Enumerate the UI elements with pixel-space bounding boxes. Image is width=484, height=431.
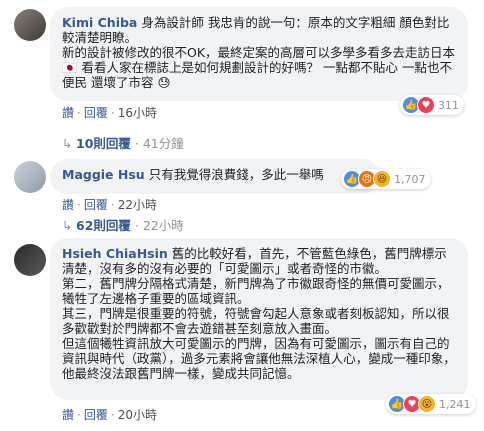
comment-actions: 讚 · 回覆 · 16小時 bbox=[62, 106, 157, 120]
reaction-summary[interactable]: 👍 ♥ 311 bbox=[400, 95, 464, 115]
comment-bubble: Hsieh ChiaHsin 舊的比較好看，首先，不管藍色綠色，舊門牌標示清楚，沒… bbox=[50, 238, 468, 400]
like-link[interactable]: 讚 bbox=[62, 198, 74, 212]
comment-actions: 讚 · 回覆 · 20小時 bbox=[62, 408, 157, 422]
reply-arrow-icon: ↳ bbox=[62, 136, 73, 151]
reply-count[interactable]: 62則回覆 bbox=[76, 218, 131, 233]
reply-time: 22小時 bbox=[142, 218, 184, 233]
love-emoji: ♥ bbox=[417, 96, 435, 114]
reaction-summary[interactable]: 👍 😠 😆 1,707 bbox=[341, 169, 431, 189]
haha-emoji: 😆 bbox=[373, 170, 391, 188]
comment-text: 只有我覺得浪費錢，多此一舉嗎 bbox=[148, 167, 324, 182]
reaction-count: 311 bbox=[438, 98, 459, 112]
reply-link[interactable]: 回覆 bbox=[84, 408, 108, 422]
like-link[interactable]: 讚 bbox=[62, 408, 74, 422]
view-replies-link[interactable]: ↳ 62則回覆 · 22小時 bbox=[62, 215, 184, 234]
reaction-count: 1,707 bbox=[394, 172, 426, 186]
comment-bubble: Kimi Chiba 身為設計師 我忠肯的說一句：原本的文字粗細 顏色對比較清楚明… bbox=[50, 7, 468, 101]
like-link[interactable]: 讚 bbox=[62, 106, 74, 120]
avatar[interactable] bbox=[14, 244, 46, 276]
reply-arrow-icon: ↳ bbox=[62, 218, 73, 233]
comment-time[interactable]: 20小時 bbox=[118, 408, 157, 422]
comment-time[interactable]: 22小時 bbox=[118, 198, 157, 212]
reply-link[interactable]: 回覆 bbox=[84, 106, 108, 120]
comment-author[interactable]: Hsieh ChiaHsin bbox=[62, 246, 168, 261]
comment-bubble: Maggie Hsu 只有我覺得浪費錢，多此一舉嗎 bbox=[50, 159, 380, 194]
reply-count[interactable]: 10則回覆 bbox=[76, 136, 131, 151]
reply-time: 41分鐘 bbox=[142, 136, 184, 151]
wow-emoji: 😮 bbox=[418, 395, 436, 413]
avatar[interactable] bbox=[14, 9, 46, 41]
view-replies-link[interactable]: ↳ 10則回覆 · 41分鐘 bbox=[62, 133, 184, 152]
comment-author[interactable]: Kimi Chiba bbox=[62, 15, 137, 30]
reaction-count: 1,241 bbox=[439, 397, 471, 411]
comment-text: 舊的比較好看，首先，不管藍色綠色，舊門牌標示清楚，沒有多的沒有必要的「可愛圖示」… bbox=[62, 246, 456, 381]
comment-time[interactable]: 16小時 bbox=[118, 106, 157, 120]
comment-author[interactable]: Maggie Hsu bbox=[62, 167, 145, 182]
avatar[interactable] bbox=[14, 161, 46, 193]
comment-actions: 讚 · 回覆 · 22小時 bbox=[62, 198, 157, 212]
reaction-summary[interactable]: 👍 ♥ 😮 1,241 bbox=[386, 394, 476, 414]
reply-link[interactable]: 回覆 bbox=[84, 198, 108, 212]
